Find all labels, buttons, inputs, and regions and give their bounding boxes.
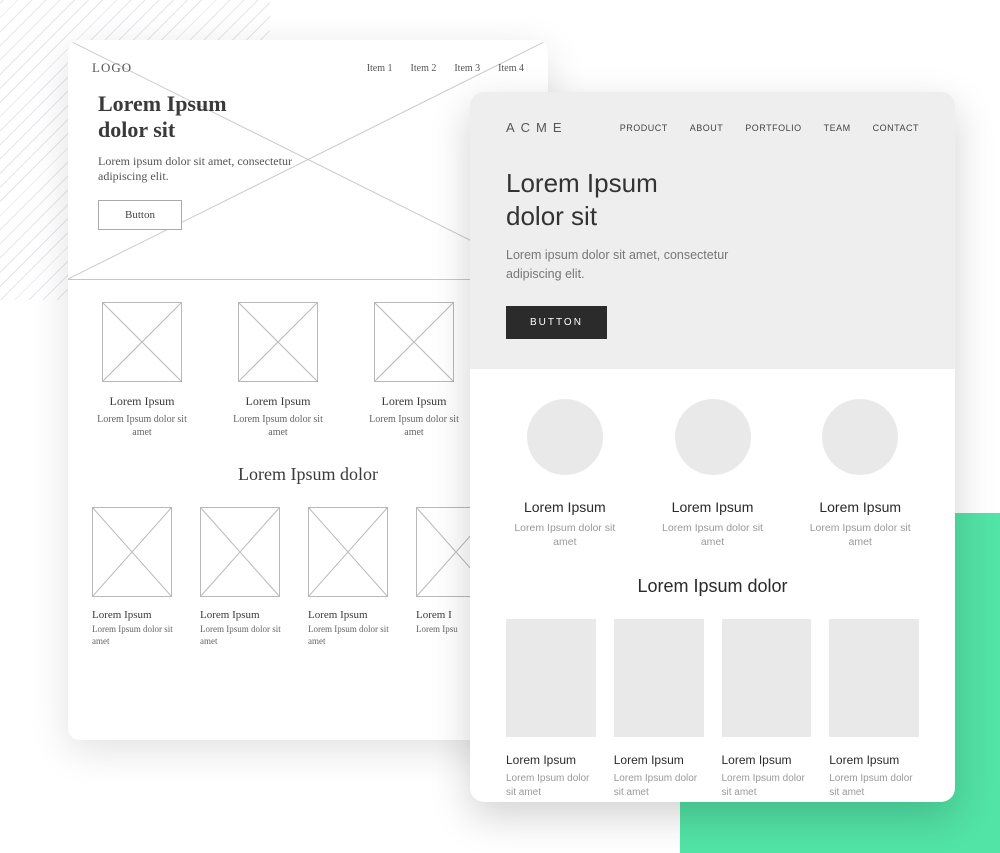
rect-placeholder-icon [614,619,704,737]
mockup-feature-title: Lorem Ipsum [506,499,624,515]
mockup-feature-card: Lorem Ipsum Lorem Ipsum dolor sit amet [801,399,919,550]
mockup-nav-item[interactable]: TEAM [824,123,851,133]
image-placeholder-icon [102,302,182,382]
mockup-item-title: Lorem Ipsum [829,753,919,767]
mockup-item-sub: Lorem Ipsum dolor sit amet [722,772,812,800]
mockup-nav-item[interactable]: PORTFOLIO [745,123,801,133]
mockup-item-card: Lorem Ipsum Lorem Ipsum dolor sit amet [722,619,812,800]
wireframe-item-card: Lorem Ipsum Lorem Ipsum dolor sit amet [92,507,182,647]
mockup-feature-title: Lorem Ipsum [654,499,772,515]
mockup-item-sub: Lorem Ipsum dolor sit amet [829,772,919,800]
wireframe-hero-subtitle: Lorem ipsum dolor sit amet, consectetur … [98,154,298,184]
rect-placeholder-icon [829,619,919,737]
wireframe-item-card: Lorem Ipsum Lorem Ipsum dolor sit amet [308,507,398,647]
wireframe-nav-item[interactable]: Item 1 [367,63,393,74]
mockup-hero-subtitle: Lorem ipsum dolor sit amet, consectetur … [506,246,756,284]
wireframe-feature-sub: Lorem Ipsum dolor sit amet [92,413,192,439]
mockup-item-sub: Lorem Ipsum dolor sit amet [614,772,704,800]
mockup-nav-item[interactable]: CONTACT [873,123,919,133]
mockup-panel: ACME PRODUCT ABOUT PORTFOLIO TEAM CONTAC… [470,92,955,802]
wireframe-item-title: Lorem Ipsum [92,609,182,621]
image-placeholder-icon [92,507,172,597]
mockup-item-title: Lorem Ipsum [506,753,596,767]
wireframe-logo: LOGO [92,60,132,76]
mockup-nav-item[interactable]: ABOUT [690,123,724,133]
mockup-feature-sub: Lorem Ipsum dolor sit amet [506,521,624,550]
mockup-logo: ACME [506,120,568,135]
circle-placeholder-icon [822,399,898,475]
mockup-hero-title-line1: Lorem Ipsum [506,168,658,198]
mockup-item-card: Lorem Ipsum Lorem Ipsum dolor sit amet [506,619,596,800]
mockup-item-title: Lorem Ipsum [614,753,704,767]
wireframe-feature-sub: Lorem Ipsum dolor sit amet [364,413,464,439]
mockup-item-title: Lorem Ipsum [722,753,812,767]
mockup-items-row: Lorem Ipsum Lorem Ipsum dolor sit amet L… [470,605,955,800]
wireframe-item-sub: Lorem Ipsum dolor sit amet [200,624,290,647]
image-placeholder-icon [374,302,454,382]
wireframe-feature-card: Lorem Ipsum Lorem Ipsum dolor sit amet [364,302,464,439]
mockup-hero-title-line2: dolor sit [506,201,597,231]
wireframe-item-title: Lorem Ipsum [308,609,398,621]
mockup-feature-sub: Lorem Ipsum dolor sit amet [654,521,772,550]
mockup-feature-card: Lorem Ipsum Lorem Ipsum dolor sit amet [506,399,624,550]
mockup-item-card: Lorem Ipsum Lorem Ipsum dolor sit amet [829,619,919,800]
wireframe-feature-title: Lorem Ipsum [92,394,192,409]
wireframe-features-row: Lorem Ipsum Lorem Ipsum dolor sit amet L… [92,302,524,439]
rect-placeholder-icon [722,619,812,737]
mockup-nav-item[interactable]: PRODUCT [620,123,668,133]
wireframe-nav-item[interactable]: Item 3 [454,63,480,74]
mockup-hero-button[interactable]: BUTTON [506,306,607,339]
mockup-nav: PRODUCT ABOUT PORTFOLIO TEAM CONTACT [620,123,919,133]
mockup-feature-title: Lorem Ipsum [801,499,919,515]
wireframe-hero-title-line1: Lorem Ipsum [98,91,227,116]
mockup-section2-title: Lorem Ipsum dolor [470,576,955,597]
wireframe-feature-sub: Lorem Ipsum dolor sit amet [228,413,328,439]
wireframe-item-title: Lorem Ipsum [200,609,290,621]
wireframe-item-sub: Lorem Ipsum dolor sit amet [92,624,182,647]
circle-placeholder-icon [527,399,603,475]
wireframe-hero-button[interactable]: Button [98,200,182,230]
wireframe-hero-title: Lorem Ipsum dolor sit [98,91,518,144]
image-placeholder-icon [200,507,280,597]
wireframe-nav: Item 1 Item 2 Item 3 Item 4 [367,63,524,74]
mockup-item-card: Lorem Ipsum Lorem Ipsum dolor sit amet [614,619,704,800]
mockup-hero: ACME PRODUCT ABOUT PORTFOLIO TEAM CONTAC… [470,92,955,369]
mockup-hero-title: Lorem Ipsum dolor sit [506,167,919,232]
mockup-features-row: Lorem Ipsum Lorem Ipsum dolor sit amet L… [506,399,919,550]
rect-placeholder-icon [506,619,596,737]
wireframe-feature-card: Lorem Ipsum Lorem Ipsum dolor sit amet [92,302,192,439]
wireframe-feature-title: Lorem Ipsum [364,394,464,409]
image-placeholder-icon [308,507,388,597]
circle-placeholder-icon [675,399,751,475]
mockup-feature-sub: Lorem Ipsum dolor sit amet [801,521,919,550]
wireframe-hero-title-line2: dolor sit [98,117,175,142]
mockup-feature-card: Lorem Ipsum Lorem Ipsum dolor sit amet [654,399,772,550]
wireframe-nav-item[interactable]: Item 4 [498,63,524,74]
wireframe-feature-card: Lorem Ipsum Lorem Ipsum dolor sit amet [228,302,328,439]
wireframe-feature-title: Lorem Ipsum [228,394,328,409]
image-placeholder-icon [238,302,318,382]
wireframe-item-card: Lorem Ipsum Lorem Ipsum dolor sit amet [200,507,290,647]
mockup-item-sub: Lorem Ipsum dolor sit amet [506,772,596,800]
wireframe-item-sub: Lorem Ipsum dolor sit amet [308,624,398,647]
wireframe-nav-item[interactable]: Item 2 [411,63,437,74]
